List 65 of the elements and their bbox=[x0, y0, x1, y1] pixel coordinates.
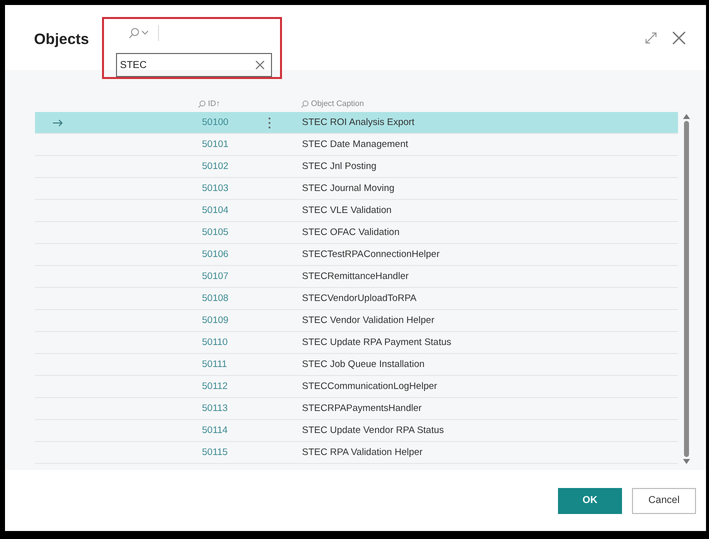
table-row[interactable]: 50105 STEC OFAC Validation bbox=[35, 222, 678, 244]
search-field[interactable]: STEC bbox=[116, 53, 272, 77]
table-cell: STECRemittanceHandler bbox=[302, 271, 409, 282]
id-link[interactable]: 50106 bbox=[202, 249, 268, 260]
table-cell: STEC Journal Moving bbox=[302, 183, 394, 194]
id-link[interactable]: 50103 bbox=[202, 183, 268, 194]
column-header[interactable]: Object Caption bbox=[301, 99, 364, 108]
id-link[interactable]: 50108 bbox=[202, 293, 268, 304]
ok-button[interactable]: OK bbox=[558, 488, 622, 514]
table-cell: STEC Jnl Posting bbox=[302, 161, 376, 172]
table-row[interactable]: 50103 STEC Journal Moving bbox=[35, 178, 678, 200]
column-header[interactable]: ID↑ bbox=[198, 99, 301, 108]
table-cell: STECRPAPaymentsHandler bbox=[302, 403, 422, 414]
table-cell: STEC Date Management bbox=[302, 139, 408, 150]
table-row[interactable]: 50113 STECRPAPaymentsHandler bbox=[35, 398, 678, 420]
table-cell: STECCommunicationLogHelper bbox=[302, 381, 438, 392]
id-link[interactable]: 50110 bbox=[202, 337, 268, 348]
table-row[interactable]: 50115 STEC RPA Validation Helper bbox=[35, 442, 678, 464]
table-cell: STEC ROI Analysis Export bbox=[302, 117, 414, 128]
table-cell: STEC OFAC Validation bbox=[302, 227, 400, 238]
id-link[interactable]: 50101 bbox=[202, 139, 268, 150]
table-cell: STEC Update RPA Payment Status bbox=[302, 337, 452, 348]
id-link[interactable]: 50105 bbox=[202, 227, 268, 238]
table-row[interactable]: 50100 STEC ROI Analysis Export bbox=[35, 112, 678, 134]
table-cell: STEC RPA Validation Helper bbox=[302, 447, 423, 458]
table-cell: STEC Update Vendor RPA Status bbox=[302, 425, 444, 436]
id-link[interactable]: 50113 bbox=[202, 403, 268, 414]
table-row[interactable]: 50114 STEC Update Vendor RPA Status bbox=[35, 420, 678, 442]
search-icon[interactable] bbox=[128, 27, 150, 39]
filter-icon bbox=[301, 100, 309, 108]
table-row[interactable]: 50104 STEC VLE Validation bbox=[35, 200, 678, 222]
table-cell: STECVendorUploadToRPA bbox=[302, 293, 416, 304]
id-link[interactable]: 50102 bbox=[202, 161, 268, 172]
id-link[interactable]: 50114 bbox=[202, 425, 268, 436]
id-link[interactable]: 50100 bbox=[202, 117, 268, 128]
expand-icon[interactable] bbox=[644, 31, 658, 45]
id-link[interactable]: 50115 bbox=[202, 447, 268, 458]
id-link[interactable]: 50107 bbox=[202, 271, 268, 282]
cancel-button[interactable]: Cancel bbox=[632, 488, 696, 514]
table-row[interactable]: 50107 STECRemittanceHandler bbox=[35, 266, 678, 288]
id-link[interactable]: 50111 bbox=[202, 359, 268, 370]
table-row[interactable]: 50101 STEC Date Management bbox=[35, 134, 678, 156]
table-row[interactable]: 50112 STECCommunicationLogHelper bbox=[35, 376, 678, 398]
table-row[interactable]: 50109 STEC Vendor Validation Helper bbox=[35, 310, 678, 332]
id-link[interactable]: 50112 bbox=[202, 381, 268, 392]
filter-icon bbox=[198, 100, 206, 108]
window-title: Objects bbox=[34, 31, 90, 48]
scroll-down-icon[interactable] bbox=[682, 459, 690, 464]
id-link[interactable]: 50104 bbox=[202, 205, 268, 216]
table-cell: STEC VLE Validation bbox=[302, 205, 392, 216]
close-icon[interactable] bbox=[672, 31, 686, 45]
more-options-icon[interactable] bbox=[268, 116, 271, 128]
table-row[interactable]: 50106 STECTestRPAConnectionHelper bbox=[35, 244, 678, 266]
table-cell: STEC Job Queue Installation bbox=[302, 359, 425, 370]
clear-icon[interactable] bbox=[255, 60, 266, 70]
scrollbar-thumb[interactable] bbox=[684, 121, 688, 457]
current-row-arrow-icon bbox=[53, 118, 63, 126]
table-row[interactable]: 50108 STECVendorUploadToRPA bbox=[35, 288, 678, 310]
table-row[interactable]: 50111 STEC Job Queue Installation bbox=[35, 354, 678, 376]
id-link[interactable]: 50109 bbox=[202, 315, 268, 326]
table-row[interactable]: 50110 STEC Update RPA Payment Status bbox=[35, 332, 678, 354]
table-cell: STEC Vendor Validation Helper bbox=[302, 315, 434, 326]
table-row[interactable]: 50102 STEC Jnl Posting bbox=[35, 156, 678, 178]
table-cell: STECTestRPAConnectionHelper bbox=[302, 249, 440, 260]
scroll-up-icon[interactable] bbox=[682, 114, 690, 119]
